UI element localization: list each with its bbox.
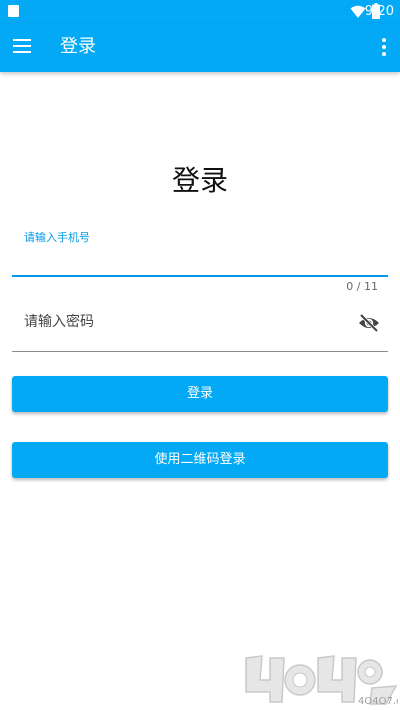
phone-field[interactable]: [12, 244, 392, 276]
login-button[interactable]: 登录: [12, 376, 388, 412]
hamburger-menu-icon[interactable]: [13, 39, 31, 53]
phone-field-label: 请输入手机号: [24, 231, 90, 244]
watermark-text: 4O4O7.com: [358, 696, 398, 707]
notification-square-icon: [8, 5, 19, 17]
password-field[interactable]: [12, 307, 342, 337]
app-bar: 登录: [0, 24, 400, 72]
qr-login-button[interactable]: 使用二维码登录: [12, 442, 388, 478]
status-time: 9:20: [364, 4, 394, 19]
password-field-underline: [12, 351, 388, 352]
app-bar-title: 登录: [60, 36, 96, 57]
more-vert-icon[interactable]: [382, 38, 386, 56]
page-title: 登录: [171, 164, 228, 197]
watermark-logo: 4O4O7.com: [245, 655, 398, 707]
phone-field-underline: [12, 275, 388, 277]
visibility-off-icon[interactable]: [358, 314, 380, 332]
status-bar: 9:20: [0, 0, 400, 24]
wifi-icon: [350, 5, 366, 18]
phone-char-counter: 0 / 11: [346, 280, 378, 293]
